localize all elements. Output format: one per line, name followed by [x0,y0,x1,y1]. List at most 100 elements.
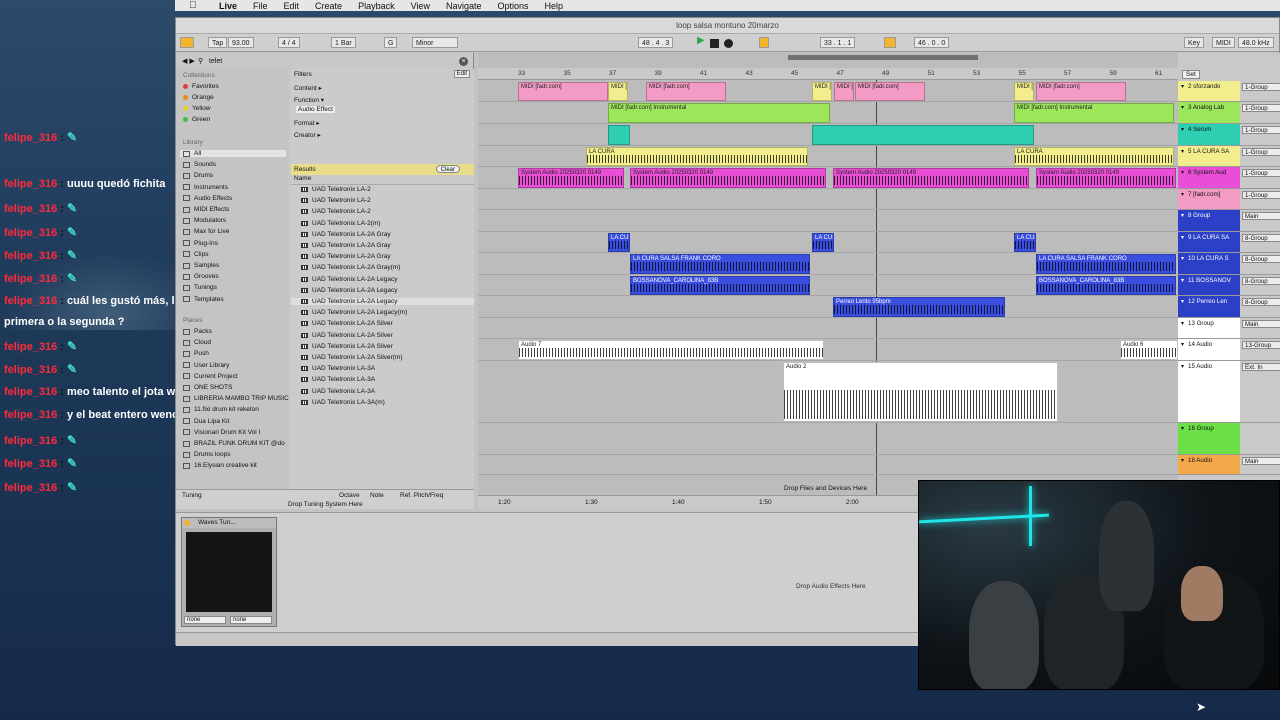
clip[interactable]: LA CURA [1014,233,1036,252]
fold-chevron-icon[interactable]: ▾ [1181,425,1184,432]
library-item[interactable]: Sounds [183,161,216,168]
library-item[interactable]: Drums [183,172,213,179]
filter-function[interactable]: Function ▾ [294,96,324,104]
result-item[interactable]: UAD Teletronix LA-2A Silver [301,320,393,327]
filter-format[interactable]: Format ▸ [294,119,320,127]
result-item[interactable]: UAD Teletronix LA-3A(m) [301,399,385,406]
track-name[interactable]: ▾ 9 LA CURA SA [1178,232,1240,252]
result-item[interactable]: UAD Teletronix LA-2A Silver [301,343,393,350]
clip[interactable]: System Audio 20250320 0149 [630,168,826,188]
clip[interactable]: System Audio 20250320 0149 [518,168,624,188]
output-routing-select[interactable]: 1-Group [1242,191,1280,199]
scale-select[interactable]: Minor [412,37,458,48]
track-header[interactable]: ▾ 18 Audio Main [1178,455,1280,475]
track-lane[interactable] [478,423,1178,455]
set-button[interactable]: Set [1182,70,1200,79]
result-item[interactable]: UAD Teletronix LA-2A Silver [301,332,393,339]
filter-audio-effect[interactable]: Audio Effect [296,106,335,113]
output-routing-select[interactable]: 8-Group [1242,255,1280,263]
output-routing-select[interactable]: 8-Group [1242,298,1280,306]
clip[interactable]: MIDI [fadr.com] [646,82,726,101]
places-item[interactable]: Push [183,350,209,357]
library-item[interactable]: MIDI Effects [183,206,229,213]
track-name[interactable]: ▾ 13 Group [1178,318,1240,338]
places-item[interactable]: LIBRERIA MAMBO TRIP MUSIC [183,395,289,402]
automation-arm-icon[interactable] [759,37,769,48]
track-name[interactable]: ▾ 18 Audio [1178,455,1240,474]
library-item[interactable]: Audio Effects [183,195,232,202]
library-item[interactable]: Grooves [183,273,219,280]
clip[interactable]: System Audio 20250320 0149 [1036,168,1176,188]
fold-chevron-icon[interactable]: ▾ [1181,83,1184,90]
result-item[interactable]: UAD Teletronix LA-3A [301,365,375,372]
track-name[interactable]: ▾ 3 Analog Lab [1178,102,1240,123]
filter-creator[interactable]: Creator ▸ [294,131,321,139]
result-item[interactable]: UAD Teletronix LA-2A Legacy [301,287,398,294]
output-routing-select[interactable]: 8-Group [1242,277,1280,285]
fold-chevron-icon[interactable]: ▾ [1181,341,1184,348]
result-item[interactable]: UAD Teletronix LA-2 [301,197,371,204]
places-item[interactable]: 16.Elysian creative kit [183,462,257,469]
fold-chevron-icon[interactable]: ▾ [1181,277,1184,284]
name-column-header[interactable]: Name [291,175,474,185]
clip[interactable]: LA CURA SALSA FRANK CORO [1036,254,1176,274]
fold-chevron-icon[interactable]: ▾ [1181,148,1184,155]
fold-chevron-icon[interactable]: ▾ [1181,363,1184,370]
collection-item[interactable]: Favorites [183,83,219,90]
track-name[interactable]: ▾ 2 sforzando [1178,81,1240,101]
places-item[interactable]: Packs [183,328,212,335]
device-select-2[interactable]: none [230,616,272,624]
clip[interactable]: MIDI [fadr.com] [855,82,925,101]
result-item[interactable]: UAD Teletronix LA-2A Legacy(m) [301,309,407,316]
track-header[interactable]: ▾ 12 Perreo Len 8-Group [1178,296,1280,318]
record-icon[interactable] [724,39,733,48]
collection-item[interactable]: Green [183,116,210,123]
clip[interactable]: MIDI [fadr.com] Instrumental [1014,103,1174,123]
track-header[interactable]: ▾ 6 System Aud 1-Group [1178,167,1280,189]
track-header[interactable]: ▾ 11 BOSSANOV 8-Group [1178,275,1280,296]
output-routing-select[interactable]: 13-Group [1242,341,1280,349]
track-lane[interactable] [478,189,1178,210]
track-name[interactable]: ▾ 14 Audio [1178,339,1240,360]
clip[interactable]: MIDI [fadr.com] [1036,82,1126,101]
menu-help[interactable]: Help [545,1,564,11]
clip[interactable] [812,125,1034,145]
view-toggle[interactable] [180,37,194,48]
clip[interactable]: Perreo Lento 95bpm [833,297,1005,317]
clip[interactable]: LA CURA [1014,147,1174,166]
clip[interactable]: MIDI [fadr.com] [834,82,854,101]
result-item[interactable]: UAD Teletronix LA-2A Legacy [301,276,398,283]
menu-options[interactable]: Options [497,1,528,11]
clip[interactable] [608,125,630,145]
result-item[interactable]: UAD Teletronix LA-2A Silver(m) [301,354,403,361]
result-item[interactable]: UAD Teletronix LA-3A [301,376,375,383]
track-header[interactable]: ▾ 8 Group Main [1178,210,1280,232]
device-power-icon[interactable] [184,520,190,526]
loop-switch-icon[interactable] [884,37,896,48]
clear-button[interactable]: Clear [435,165,460,173]
track-lane[interactable] [478,296,1178,318]
track-header[interactable]: ▾ 2 sforzando 1-Group [1178,81,1280,102]
position-field[interactable]: 48 . 4 . 3 [638,37,674,48]
track-name[interactable]: ▾ 5 LA CURA SA [1178,146,1240,166]
result-item[interactable]: UAD Teletronix LA-2 [301,208,371,215]
clip[interactable]: MIDI [fadr.com] [1014,82,1034,101]
places-item[interactable]: Current Project [183,373,238,380]
library-item[interactable]: Templates [183,296,224,303]
result-item[interactable]: UAD Teletronix LA-2 [301,186,371,193]
track-header[interactable]: ▾ 13 Group Main [1178,318,1280,339]
library-item[interactable]: All [180,150,286,157]
library-item[interactable]: Plug-Ins [183,240,218,247]
arrangement-view[interactable]: 33 35 37 39 41 43 45 47 49 51 53 55 57 59 61 1:20 1:30 1… [478,53,1178,509]
track-header[interactable]: ▾ 7 [fadr.com] 1-Group [1178,189,1280,210]
output-routing-select[interactable]: 1-Group [1242,126,1280,134]
track-header[interactable]: ▾ 5 LA CURA SA 1-Group [1178,146,1280,167]
track-name[interactable]: ▾ 6 System Aud [1178,167,1240,188]
device-display[interactable] [186,532,272,612]
library-item[interactable]: Instruments [183,184,228,191]
play-icon[interactable]: ▶ [694,35,708,46]
places-item[interactable]: Drums loops [183,451,230,458]
places-item[interactable]: 11.fixi drum kit reketon [183,406,259,413]
fold-chevron-icon[interactable]: ▾ [1181,191,1184,198]
fold-chevron-icon[interactable]: ▾ [1181,169,1184,176]
